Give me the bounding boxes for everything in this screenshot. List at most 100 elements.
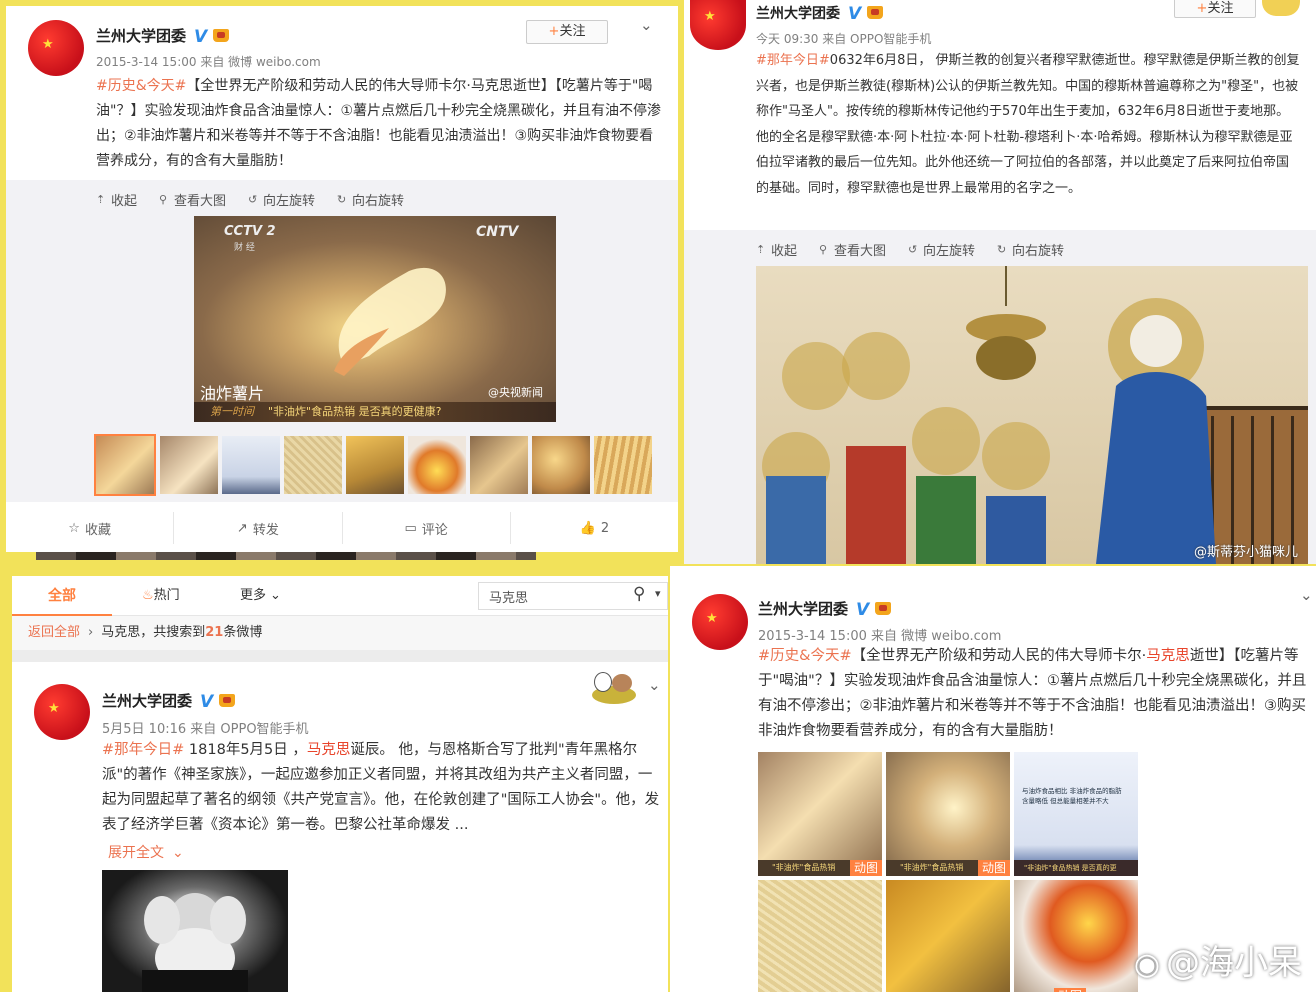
avatar[interactable]: ★ — [34, 684, 90, 740]
username[interactable]: 兰州大学团委 V — [102, 690, 236, 712]
like-count: 2 — [600, 520, 610, 536]
avatar[interactable]: ★ — [28, 20, 84, 76]
chevron-down-icon[interactable]: ⌄ — [640, 16, 653, 34]
username-text[interactable]: 兰州大学团委 — [102, 692, 192, 710]
collapse-button[interactable]: ⇡ 收起 — [96, 190, 137, 209]
back-all-link[interactable]: 返回全部 — [28, 625, 80, 640]
panel-gap — [12, 650, 668, 662]
result-count: 21 — [205, 625, 224, 640]
gif-badge: 动图 — [849, 860, 882, 876]
post-meta: 2015-3-14 15:00 来自 微博 weibo.com — [758, 629, 1002, 644]
like-button[interactable]: 👍 2 — [511, 512, 678, 544]
thumbnail[interactable] — [284, 436, 342, 494]
verified-icon: V — [856, 600, 870, 620]
grid-image-gif[interactable]: "非油炸"食品热销 动图 — [758, 752, 882, 876]
thumbnail[interactable] — [346, 436, 404, 494]
rotate-left-icon: ↺ — [908, 243, 918, 256]
username-text[interactable]: 兰州大学团委 — [756, 6, 840, 22]
username[interactable]: 兰州大学团委 V — [758, 598, 892, 620]
collapse-label: 收起 — [111, 194, 138, 209]
username-text[interactable]: 兰州大学团委 — [758, 600, 848, 618]
view-large-button[interactable]: ⚲ 查看大图 — [159, 190, 226, 209]
image-grid: "非油炸"食品热销 动图 "非油炸"食品热销 动图 与油炸食品相比 非油炸食品的… — [758, 752, 1138, 992]
member-crown-icon — [213, 29, 230, 42]
rotate-right-button[interactable]: ↻ 向右旋转 — [337, 190, 404, 209]
search-box[interactable]: 马克思 ⚲ ▾ — [478, 582, 668, 610]
grid-image[interactable] — [886, 880, 1010, 992]
watermark-text: @海小呆 — [1166, 943, 1302, 983]
source-label: @央视新闻 — [488, 386, 543, 399]
post-meta: 2015-3-14 15:00 来自 微博 weibo.com — [96, 55, 321, 69]
sticker-bear — [612, 674, 632, 692]
follow-button[interactable]: +关注 — [1174, 0, 1256, 18]
collapse-button[interactable]: ⇡ 收起 — [756, 240, 797, 259]
grid-image-gif[interactable]: 动图 — [1014, 880, 1138, 992]
chevron-down-icon[interactable]: ⌄ — [1300, 586, 1313, 604]
post-text: #历史&今天#【全世界无产阶级和劳动人民的伟大导师卡尔·马克思逝世】【吃薯片等于… — [758, 644, 1316, 748]
news-ticker: 第一时间 "非油炸"食品热销 是否真的更健康? — [194, 402, 556, 422]
tab-more[interactable]: 更多 ⌄ — [240, 576, 281, 616]
follow-button[interactable]: +关注 — [526, 20, 608, 44]
thumbnail-selected[interactable] — [94, 434, 156, 496]
username[interactable]: 兰州大学团委 V — [96, 25, 230, 47]
topic-link[interactable]: #那年今日# — [102, 742, 184, 758]
topic-link[interactable]: #那年今日# — [756, 53, 830, 68]
verified-icon: V — [200, 692, 214, 712]
flag-star-icon: ★ — [48, 701, 60, 716]
rotate-right-button[interactable]: ↻ 向右旋转 — [997, 240, 1064, 259]
chevron-down-icon[interactable]: ⌄ — [648, 676, 661, 694]
hot-icon: ♨ — [142, 588, 154, 603]
favorite-button[interactable]: ☆ 收藏 — [6, 512, 175, 544]
post-panel-fries-bottom: ★ 兰州大学团委 V ⌄ 2015-3-14 15:00 来自 微博 weibo.… — [670, 566, 1316, 992]
avatar[interactable]: ★ — [690, 0, 746, 50]
sticker-rabbit — [594, 672, 612, 692]
photo-watermark: @斯蒂芬小猫咪儿 — [1193, 545, 1298, 560]
post-meta: 5月5日 10:16 来自 OPPO智能手机 — [102, 722, 309, 737]
repost-button[interactable]: ↗ 转发 — [174, 512, 343, 544]
rabbit-sticker-icon — [588, 668, 638, 706]
search-input[interactable]: 马克思 — [489, 587, 528, 606]
thumbnail[interactable] — [594, 436, 652, 494]
thumbs-up-icon: 👍 — [579, 520, 596, 536]
weibo-logo-icon: ◉ — [1133, 947, 1160, 982]
main-photo-miniature-painting[interactable]: @斯蒂芬小猫咪儿 — [756, 266, 1308, 564]
thumbnail[interactable] — [222, 436, 280, 494]
thumbnail[interactable] — [160, 436, 218, 494]
chevron-down-icon[interactable]: ▾ — [655, 587, 661, 600]
plus-icon: + — [1196, 1, 1208, 16]
thumbnail[interactable] — [470, 436, 528, 494]
topic-link[interactable]: #历史&今天# — [96, 78, 186, 94]
username[interactable]: 兰州大学团委 V — [756, 3, 884, 24]
view-large-button[interactable]: ⚲ 查看大图 — [819, 240, 886, 259]
cctv-logo: CCTV 2 — [224, 224, 276, 239]
thumbnail[interactable] — [532, 436, 590, 494]
rotate-left-button[interactable]: ↺ 向左旋转 — [248, 190, 315, 209]
marx-portrait[interactable] — [102, 870, 288, 992]
tab-hot[interactable]: ♨热门 — [142, 576, 180, 616]
rotate-right-icon: ↻ — [337, 193, 347, 206]
main-photo-burning-chip[interactable]: CCTV 2 财 经 CNTV 油炸薯片 @央视新闻 第一时间 "非油炸"食品热销… — [194, 216, 556, 422]
expand-link[interactable]: 展开全文 ⌄ — [108, 842, 184, 862]
rotate-left-button[interactable]: ↺ 向左旋转 — [908, 240, 975, 259]
grid-image-gif[interactable]: "非油炸"食品热销 动图 — [886, 752, 1010, 876]
view-large-label: 查看大图 — [174, 194, 227, 209]
grid-image[interactable] — [758, 880, 882, 992]
follow-label: 关注 — [1207, 1, 1234, 16]
grid-image-document[interactable]: 与油炸食品相比 非油炸食品的脂肪含量略低 但总能量相差并不大 "非油炸"食品热销… — [1014, 752, 1138, 876]
gif-badge: 动图 — [1054, 988, 1087, 992]
search-keyword-highlight: 马克思 — [1146, 648, 1190, 664]
username-text[interactable]: 兰州大学团委 — [96, 27, 186, 45]
avatar[interactable]: ★ — [692, 594, 748, 650]
search-keyword-highlight: 马克思 — [306, 742, 351, 758]
collapse-icon: ⇡ — [96, 193, 106, 206]
search-icon[interactable]: ⚲ — [633, 584, 645, 604]
post-panel-fries-top: ★ 兰州大学团委 V 2015-3-14 15:00 来自 微博 weibo.co… — [6, 6, 678, 552]
topic-link[interactable]: #历史&今天# — [758, 648, 852, 664]
post-text: #那年今日# 1818年5月5日 ，马克思诞辰。 他，与恩格斯合写了批判"青年黑… — [102, 738, 662, 842]
thumbnail[interactable] — [408, 436, 466, 494]
magnifier-icon: ⚲ — [159, 193, 168, 206]
tab-all[interactable]: 全部 — [12, 576, 112, 616]
rotate-left-label: 向左旋转 — [263, 194, 316, 209]
comment-button[interactable]: ▭ 评论 — [343, 512, 511, 544]
breadcrumb: 返回全部 › 马克思，共搜索到21条微博 — [12, 616, 668, 650]
